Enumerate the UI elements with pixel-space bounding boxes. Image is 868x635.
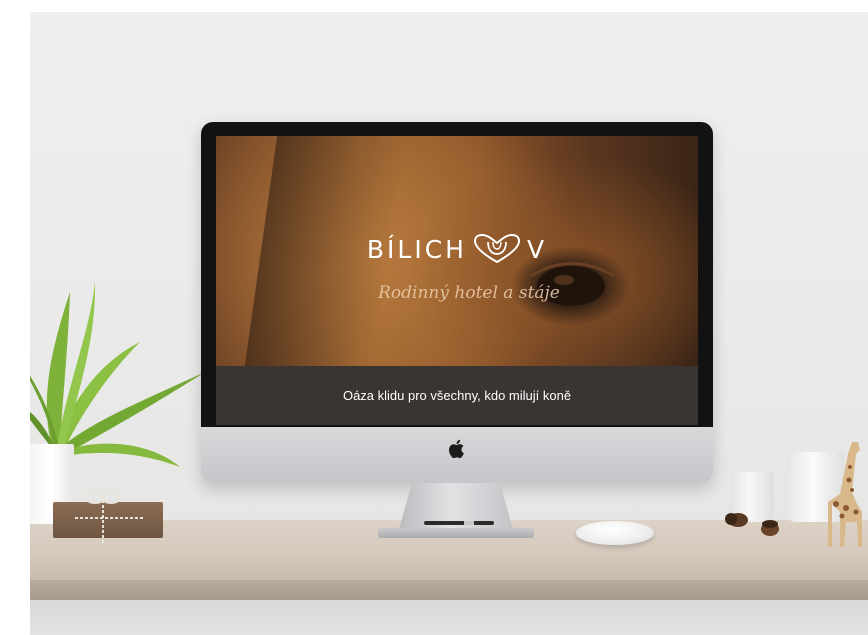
desk-edge (30, 580, 868, 600)
logo-text-left: BÍLICH (366, 234, 467, 264)
logo-text-right: V (526, 234, 548, 264)
script-text: Rodinný hotel a stáje (377, 283, 560, 303)
site-caption: Oáza klidu pro všechny, kdo milují koně (342, 388, 572, 403)
website-screen: BÍLICH V Rodinný hotel a stáje Oáza klid… (216, 136, 698, 425)
pen-icon (424, 521, 494, 525)
svg-text:Rodinný hotel a stáje: Rodinný hotel a stáje (377, 283, 560, 303)
acorn-icon-2 (761, 520, 779, 536)
imac-monitor: BÍLICH V Rodinný hotel a stáje Oáza klid… (201, 122, 713, 483)
monitor-stand-base (378, 528, 534, 538)
acorn-icon (725, 513, 748, 527)
caption-band: Oáza klidu pro všechny, kdo milují koně (216, 366, 698, 425)
site-logo[interactable]: BÍLICH V (216, 229, 698, 269)
plant-icon (30, 282, 205, 467)
giraffe-figurine-icon (828, 442, 862, 547)
screen-bezel: BÍLICH V Rodinný hotel a stáje Oáza klid… (201, 122, 713, 427)
apple-icon (449, 439, 464, 459)
mockup-photo: BÍLICH V Rodinný hotel a stáje Oáza klid… (30, 12, 868, 635)
logo-script-tagline: Rodinný hotel a stáje (364, 274, 574, 314)
gift-bow-icon (75, 492, 145, 544)
magic-mouse (576, 521, 654, 545)
desk-shadow (30, 600, 868, 635)
horseshoe-heart-icon (473, 234, 520, 264)
